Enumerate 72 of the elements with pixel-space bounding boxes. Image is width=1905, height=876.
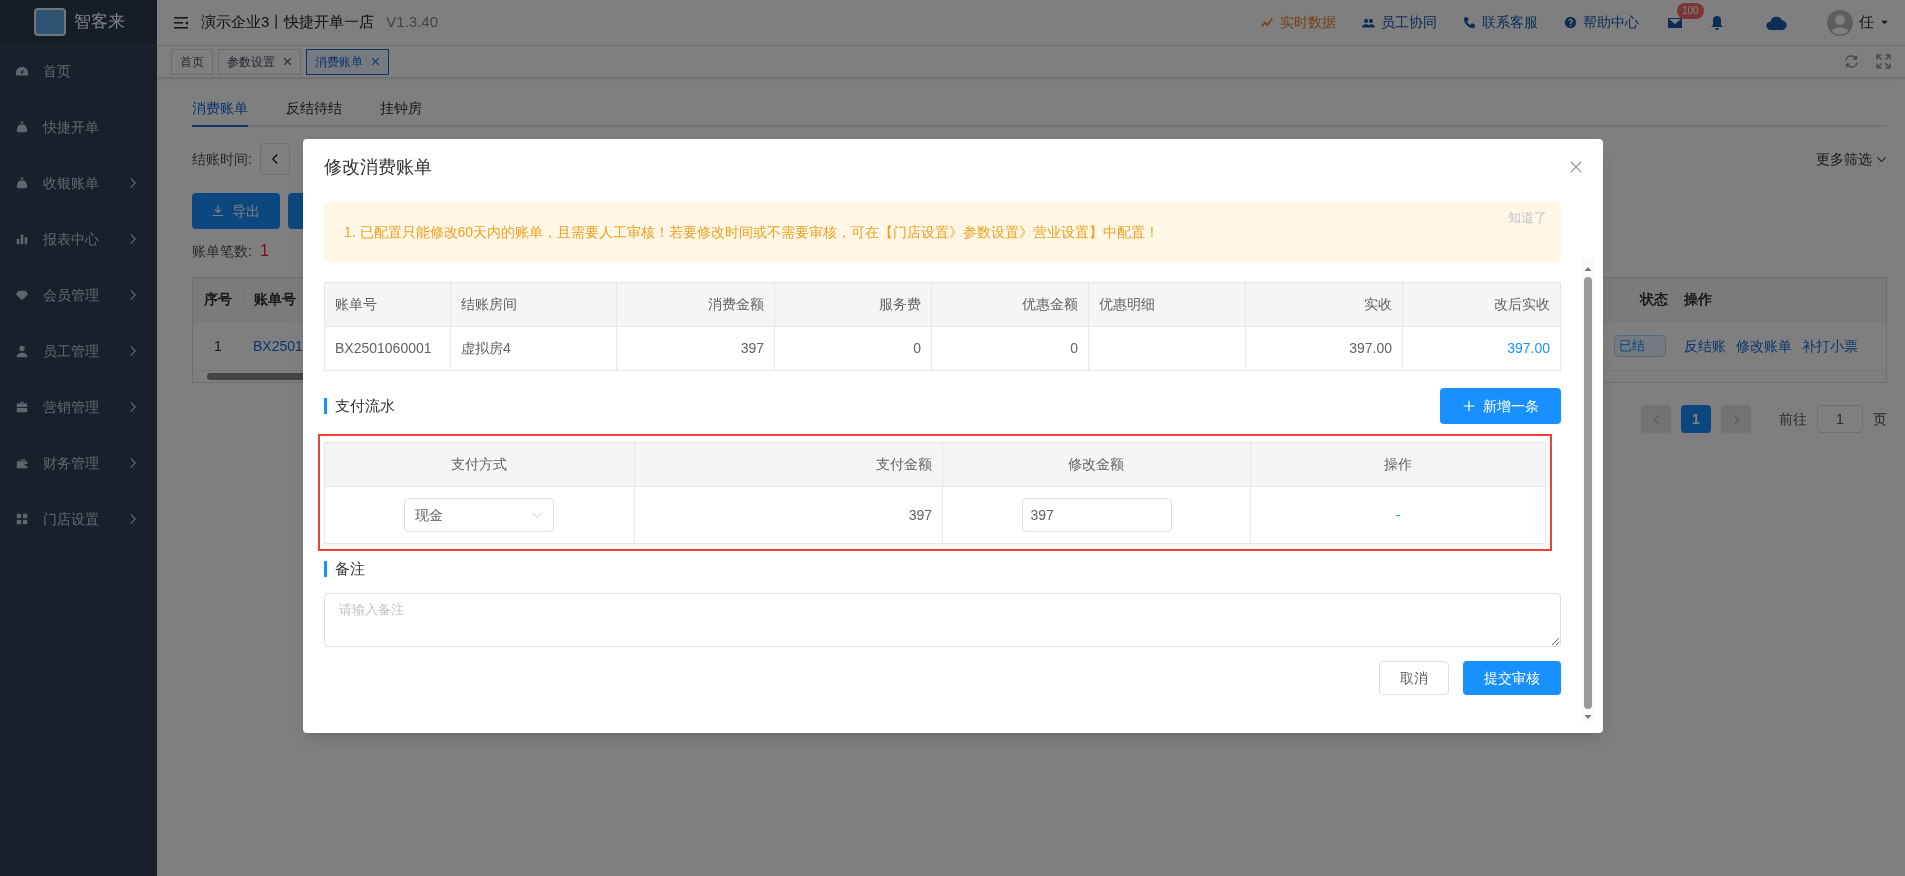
page-input[interactable]: 1 — [1817, 405, 1863, 433]
section-title: 备注 — [324, 561, 365, 577]
table-header: 支付方式 — [450, 455, 509, 474]
action-link[interactable]: 修改账单 — [1736, 335, 1792, 357]
filter-label: 结账时间: — [192, 149, 252, 169]
dismiss-link[interactable]: 知道了 — [1508, 208, 1547, 228]
table-header: 操作 — [1683, 290, 1713, 309]
submit-button[interactable]: 提交审核 — [1463, 661, 1561, 695]
table-header: 结账房间 — [450, 283, 616, 326]
table-cell-text: 1 — [213, 336, 223, 356]
table-cell: 397.00 — [1245, 327, 1402, 370]
header-link[interactable]: 员工协同 — [1362, 12, 1437, 33]
section-title: 支付流水 — [324, 398, 395, 414]
table-cell: 虚拟房4 — [450, 327, 616, 370]
table-cell-text: BX2501060001 — [334, 339, 433, 358]
table-header: 消费金额 — [616, 283, 774, 326]
add-row-button[interactable]: 新增一条 — [1440, 388, 1561, 424]
header-link[interactable]: 帮助中心 — [1564, 12, 1639, 33]
table-cell: 397 — [616, 327, 774, 370]
table-header: 序号 — [203, 290, 233, 309]
sidebar-item[interactable]: 收银账单 — [0, 155, 157, 211]
sidebar-item[interactable]: 报表中心 — [0, 211, 157, 267]
goto-label: 前往 — [1779, 409, 1807, 429]
modal-title: 修改消费账单 — [324, 155, 432, 179]
table-cell: 0 — [774, 327, 931, 370]
table-cell: - — [1250, 487, 1545, 543]
table-header: 状态 — [1638, 290, 1669, 309]
table-cell: 397 — [633, 487, 942, 543]
more-filters-link[interactable]: 更多筛选 — [1816, 148, 1887, 170]
content-tab[interactable]: 挂钟房 — [380, 98, 422, 127]
table-header: 改后实收 — [1402, 283, 1560, 326]
table-header: 实收 — [1245, 283, 1402, 326]
action-link[interactable]: 反结账 — [1684, 335, 1726, 357]
table-header: 服务费 — [774, 283, 931, 326]
table-cell: 397.00 — [1402, 327, 1560, 370]
sidebar-item[interactable]: 首页 — [0, 43, 157, 99]
page-tab[interactable]: 参数设置 — [218, 48, 301, 75]
content-tab[interactable]: 反结待结 — [286, 98, 342, 127]
table-header: 操作 — [1249, 443, 1545, 486]
user-name: 任 — [1859, 12, 1874, 33]
table-cell: 0 — [931, 327, 1088, 370]
notification-badge: 100 — [1677, 2, 1704, 19]
brand-name: 智客来 — [74, 10, 125, 33]
export-button[interactable]: 导出 — [192, 193, 280, 229]
sidebar-item[interactable]: 会员管理 — [0, 267, 157, 323]
page-button[interactable]: 1 — [1681, 405, 1711, 433]
header-link[interactable]: 实时数据 — [1261, 12, 1336, 33]
count-label: 账单笔数: — [192, 241, 252, 261]
cancel-button[interactable]: 取消 — [1379, 661, 1449, 695]
page-suffix: 页 — [1873, 409, 1887, 429]
version-label: V1.3.40 — [386, 12, 439, 33]
sidebar-item[interactable]: 营销管理 — [0, 379, 157, 435]
payment-method-select[interactable]: 现金 — [404, 498, 555, 532]
notice-text: 1. 已配置只能修改60天内的账单，且需要人工审核！若要修改时间或不需要审核，可在【门店设置》参数设置》营业设置】中配置！ — [344, 222, 1160, 242]
sidebar-item[interactable]: 员工管理 — [0, 323, 157, 379]
sidebar-item[interactable]: 财务管理 — [0, 435, 157, 491]
page-tab[interactable]: 首页 — [171, 48, 213, 75]
amount-input[interactable]: 397 — [1021, 498, 1172, 532]
status-tag: 已结 — [1614, 335, 1666, 357]
sidebar-item[interactable]: 门店设置 — [0, 491, 157, 547]
remark-field[interactable]: 请输入备注 — [324, 593, 1561, 647]
table-header: 优惠金额 — [931, 283, 1088, 326]
header-link[interactable]: 联系客服 — [1463, 12, 1538, 33]
sidebar-item[interactable]: 快捷开单 — [0, 99, 157, 155]
table-header: 支付金额 — [634, 443, 942, 486]
content-tab[interactable]: 消费账单 — [192, 98, 248, 127]
action-link[interactable]: 补打小票 — [1802, 335, 1858, 357]
count-value: 1 — [259, 241, 269, 261]
page-tab[interactable]: 消费账单 — [306, 48, 389, 75]
table-header: 优惠明细 — [1088, 283, 1245, 326]
table-header: 修改金额 — [941, 443, 1250, 486]
company-title: 演示企业3丨快捷开单一店 — [201, 12, 375, 33]
